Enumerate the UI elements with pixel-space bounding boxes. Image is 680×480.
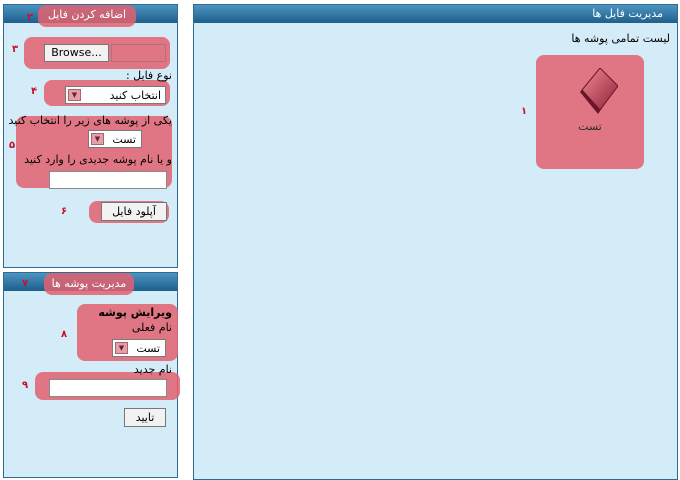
marker-5: ۵	[9, 140, 16, 151]
current-name-label: نام فعلی	[131, 321, 172, 334]
marker-3: ۳	[12, 44, 19, 55]
file-type-select[interactable]: ▼ انتخاب کنید	[65, 86, 166, 104]
folder-icon	[580, 68, 618, 114]
browse-button[interactable]: Browse...	[44, 44, 109, 62]
file-path-input[interactable]	[111, 44, 166, 62]
edit-folder-heading: ویرایش پوشه	[98, 306, 172, 319]
new-name-input[interactable]	[49, 379, 167, 397]
folder-item-label: تست	[578, 120, 602, 133]
chevron-down-icon: ▼	[115, 342, 128, 354]
folder-selected: تست	[112, 133, 136, 146]
upload-file-button[interactable]: آپلود فایل	[101, 202, 167, 221]
marker-9: ۹	[22, 380, 29, 391]
marker-4: ۴	[31, 86, 38, 97]
chevron-down-icon: ▼	[91, 133, 104, 145]
marker-2: ۲	[27, 12, 34, 23]
marker-8: ۸	[61, 329, 68, 340]
folder-item[interactable]: تست	[560, 64, 640, 144]
file-type-selected: انتخاب کنید	[109, 89, 161, 102]
marker-7: ۷	[22, 278, 29, 289]
marker-1: ۱	[521, 106, 528, 117]
confirm-button[interactable]: تایید	[124, 408, 166, 427]
new-folder-input[interactable]	[49, 171, 167, 189]
new-folder-instruction: و یا نام پوشه جدیدی را وارد کنید	[24, 153, 172, 166]
upload-panel-title: اضافه کردن فایل	[47, 8, 127, 21]
marker-6: ۶	[61, 206, 68, 217]
new-name-label: نام جدید	[133, 363, 172, 376]
chevron-down-icon: ▼	[68, 89, 81, 101]
current-name-selected: تست	[136, 342, 160, 355]
folder-instruction: یکی از پوشه های زیر را انتخاب کنید	[8, 114, 172, 127]
folder-list-heading: لیست تمامی پوشه ها	[571, 32, 670, 45]
current-name-select[interactable]: ▼ تست	[112, 339, 166, 357]
folder-select[interactable]: ▼ تست	[88, 130, 142, 148]
file-manager-titlebar: مدیریت فایل ها	[194, 5, 677, 23]
folder-panel-title: مدیریت پوشه ها	[51, 277, 127, 290]
file-manager-title: مدیریت فایل ها	[592, 7, 663, 20]
file-type-label: نوع فایل :	[125, 69, 172, 82]
